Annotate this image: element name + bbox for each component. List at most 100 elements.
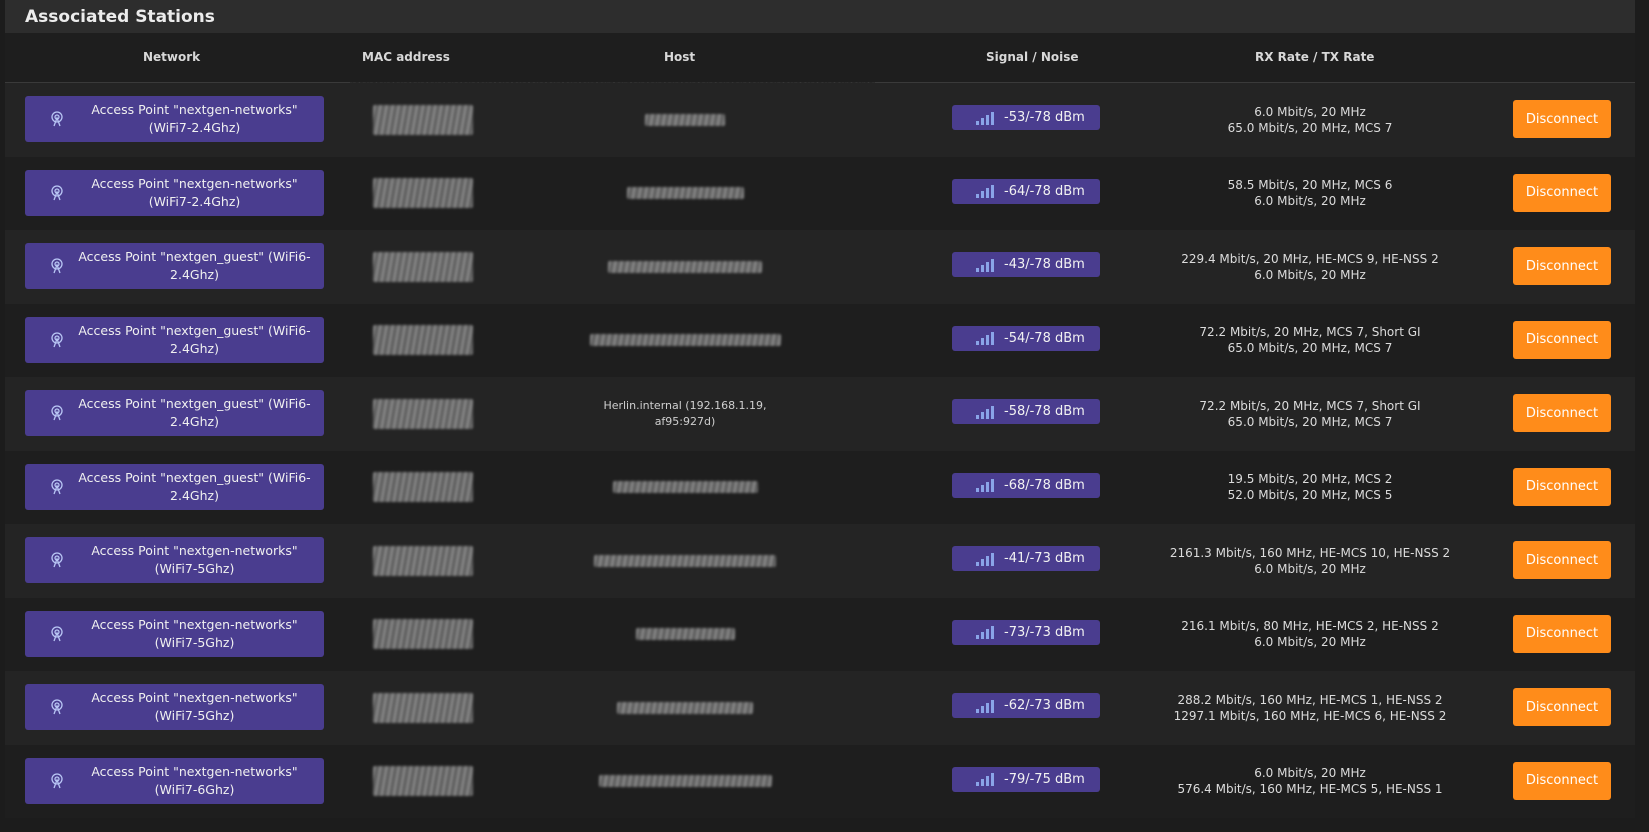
rate-cell: 72.2 Mbit/s, 20 MHz, MCS 7, Short GI 65.…	[1150, 377, 1470, 451]
signal-bars-icon	[976, 405, 994, 419]
rate-cell: 6.0 Mbit/s, 20 MHz 65.0 Mbit/s, 20 MHz, …	[1150, 83, 1470, 157]
host-redacted	[608, 260, 762, 273]
tx-rate: 1297.1 Mbit/s, 160 MHz, HE-MCS 6, HE-NSS…	[1173, 708, 1447, 723]
mac-address-redacted	[350, 83, 495, 157]
disconnect-button[interactable]: Disconnect	[1513, 247, 1611, 285]
network-badge: Access Point "nextgen-networks" (WiFi7-5…	[25, 537, 324, 583]
network-line2: (WiFi7-5Ghz)	[154, 561, 235, 576]
host-cell	[495, 230, 875, 304]
table-row: Access Point "nextgen-networks" (WiFi7-5…	[5, 597, 1635, 672]
host-redacted	[594, 554, 776, 567]
rate-cell: 288.2 Mbit/s, 160 MHz, HE-MCS 1, HE-NSS …	[1150, 671, 1470, 745]
network-badge: Access Point "nextgen-networks" (WiFi7-6…	[25, 757, 324, 804]
host-redacted	[589, 334, 781, 347]
host-cell	[495, 745, 875, 819]
signal-noise-value: -41/-73 dBm	[1004, 551, 1085, 566]
mac-address-redacted	[350, 304, 495, 378]
signal-badge: -73/-73 dBm	[952, 619, 1100, 645]
host-line2: af95:927d)	[654, 414, 716, 428]
access-point-icon	[41, 317, 73, 363]
rx-rate: 58.5 Mbit/s, 20 MHz, MCS 6	[1227, 178, 1393, 193]
mac-address-redacted	[350, 745, 495, 819]
network-badge: Access Point "nextgen-networks" (WiFi7-2…	[25, 169, 324, 216]
signal-badge: -68/-78 dBm	[952, 472, 1100, 498]
table-row: Access Point "nextgen_guest" (WiFi6- 2.4…	[5, 230, 1635, 304]
signal-noise-value: -68/-78 dBm	[1004, 477, 1085, 493]
mac-address-redacted	[350, 157, 495, 231]
mac-address-redacted	[350, 230, 495, 304]
tx-rate: 6.0 Mbit/s, 20 MHz	[1254, 635, 1366, 650]
disconnect-button[interactable]: Disconnect	[1513, 541, 1611, 579]
signal-badge: -62/-73 dBm	[952, 693, 1100, 718]
disconnect-button[interactable]: Disconnect	[1513, 688, 1611, 726]
network-line1: Access Point "nextgen-networks"	[91, 616, 298, 632]
tx-rate: 52.0 Mbit/s, 20 MHz, MCS 5	[1227, 488, 1393, 503]
signal-badge: -58/-78 dBm	[952, 399, 1100, 424]
signal-bars-icon	[976, 331, 994, 345]
disconnect-button[interactable]: Disconnect	[1513, 467, 1611, 506]
signal-noise-value: -43/-78 dBm	[1004, 257, 1085, 272]
mac-address-redacted	[350, 377, 495, 451]
mac-address-redacted	[350, 598, 495, 672]
network-line2: 2.4Ghz)	[170, 267, 219, 282]
signal-bars-icon	[976, 625, 994, 639]
access-point-icon	[41, 611, 73, 657]
table-row: Access Point "nextgen-networks" (WiFi7-5…	[5, 524, 1635, 598]
tx-rate: 6.0 Mbit/s, 20 MHz	[1254, 561, 1366, 576]
host-cell	[495, 524, 875, 598]
rate-cell: 229.4 Mbit/s, 20 MHz, HE-MCS 9, HE-NSS 2…	[1150, 230, 1470, 304]
disconnect-button[interactable]: Disconnect	[1513, 100, 1611, 138]
signal-noise-value: -62/-73 dBm	[1004, 698, 1085, 713]
column-rate: RX Rate / TX Rate	[1255, 50, 1375, 64]
network-line1: Access Point "nextgen-networks"	[91, 543, 298, 558]
network-line1: Access Point "nextgen_guest" (WiFi6-	[78, 396, 311, 411]
rate-cell: 6.0 Mbit/s, 20 MHz 576.4 Mbit/s, 160 MHz…	[1150, 745, 1470, 819]
rx-rate: 72.2 Mbit/s, 20 MHz, MCS 7, Short GI	[1199, 398, 1421, 413]
disconnect-button[interactable]: Disconnect	[1513, 173, 1611, 212]
table-row: Access Point "nextgen-networks" (WiFi7-5…	[5, 671, 1635, 745]
network-line1: Access Point "nextgen-networks"	[91, 175, 298, 191]
rx-rate: 288.2 Mbit/s, 160 MHz, HE-MCS 1, HE-NSS …	[1177, 692, 1443, 707]
signal-badge: -64/-78 dBm	[952, 178, 1100, 204]
host-redacted	[645, 113, 725, 126]
signal-badge: -43/-78 dBm	[952, 252, 1100, 277]
network-badge: Access Point "nextgen-networks" (WiFi7-5…	[25, 610, 324, 657]
network-badge: Access Point "nextgen_guest" (WiFi6- 2.4…	[25, 463, 324, 510]
rx-rate: 72.2 Mbit/s, 20 MHz, MCS 7, Short GI	[1199, 325, 1421, 340]
signal-noise-value: -58/-78 dBm	[1004, 404, 1085, 419]
disconnect-button[interactable]: Disconnect	[1513, 761, 1611, 800]
network-line2: (WiFi7-2.4Ghz)	[148, 193, 241, 209]
access-point-icon	[41, 96, 73, 142]
signal-bars-icon	[976, 258, 994, 272]
tx-rate: 65.0 Mbit/s, 20 MHz, MCS 7	[1227, 414, 1393, 429]
rate-cell: 72.2 Mbit/s, 20 MHz, MCS 7, Short GI 65.…	[1150, 304, 1470, 378]
tx-rate: 65.0 Mbit/s, 20 MHz, MCS 7	[1227, 120, 1393, 135]
rx-rate: 6.0 Mbit/s, 20 MHz	[1254, 766, 1366, 781]
network-badge: Access Point "nextgen_guest" (WiFi6- 2.4…	[25, 243, 324, 289]
mac-address-redacted	[350, 671, 495, 745]
signal-badge: -79/-75 dBm	[952, 766, 1100, 792]
disconnect-button[interactable]: Disconnect	[1513, 394, 1611, 432]
access-point-icon	[41, 243, 73, 289]
network-line1: Access Point "nextgen-networks"	[91, 763, 298, 779]
tx-rate: 65.0 Mbit/s, 20 MHz, MCS 7	[1227, 341, 1393, 356]
disconnect-button[interactable]: Disconnect	[1513, 614, 1611, 653]
signal-bars-icon	[976, 478, 994, 492]
host-cell	[495, 598, 875, 672]
signal-bars-icon	[976, 699, 994, 713]
disconnect-button[interactable]: Disconnect	[1513, 320, 1611, 359]
access-point-icon	[41, 390, 73, 436]
column-signal: Signal / Noise	[986, 50, 1079, 64]
tx-rate: 6.0 Mbit/s, 20 MHz	[1254, 267, 1366, 282]
host-line1: Herlin.internal (192.168.1.19,	[603, 398, 767, 412]
section-title: Associated Stations	[5, 0, 1635, 33]
rx-rate: 19.5 Mbit/s, 20 MHz, MCS 2	[1227, 472, 1393, 487]
access-point-icon	[41, 170, 73, 216]
signal-bars-icon	[976, 552, 994, 566]
rx-rate: 6.0 Mbit/s, 20 MHz	[1254, 104, 1366, 119]
rate-cell: 2161.3 Mbit/s, 160 MHz, HE-MCS 10, HE-NS…	[1150, 524, 1470, 598]
mac-address-redacted	[350, 524, 495, 598]
table-row: Access Point "nextgen-networks" (WiFi7-6…	[5, 744, 1635, 819]
signal-badge: -54/-78 dBm	[952, 325, 1100, 351]
host-cell	[495, 304, 875, 378]
